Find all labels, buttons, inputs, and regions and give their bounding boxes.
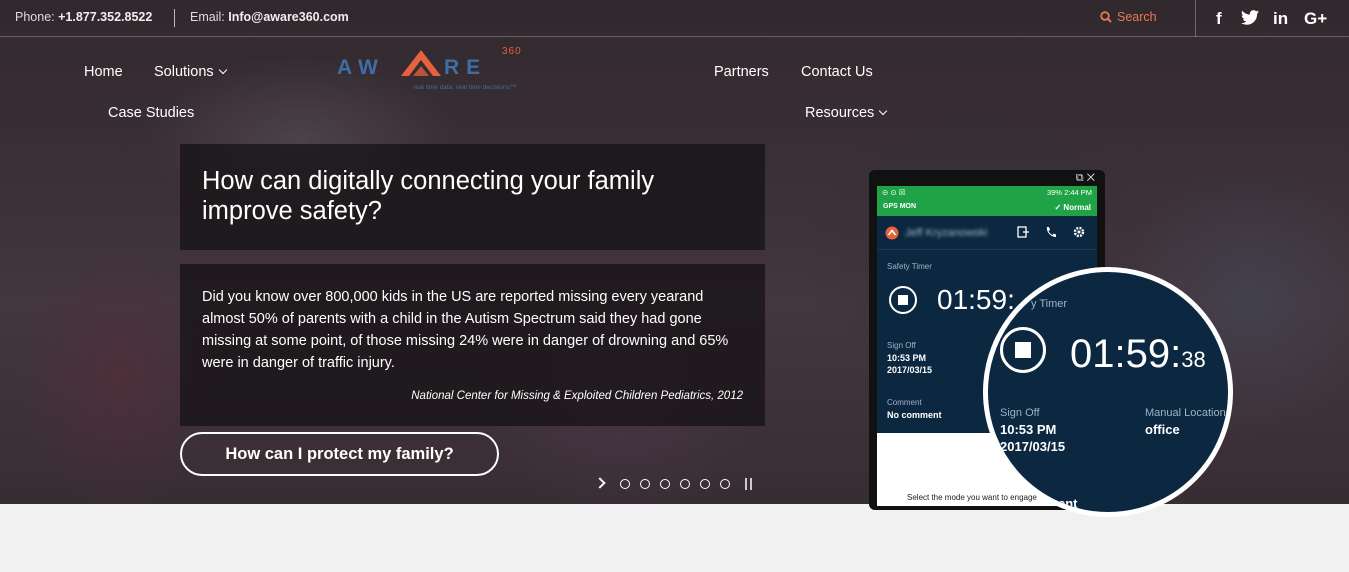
status-battery-time: 39% 2:44 PM xyxy=(1046,188,1092,197)
stop-icon xyxy=(1000,327,1046,373)
slide-dot[interactable] xyxy=(680,479,690,489)
svg-text:RE: RE xyxy=(444,56,487,79)
mode-right: ✓ Normal xyxy=(1054,203,1092,212)
email-label: Email: xyxy=(190,10,225,24)
window-icons: ⧉ ✕ xyxy=(1075,172,1095,184)
zoom-bottom-label: ent xyxy=(1058,496,1078,511)
app-logo-icon xyxy=(885,226,899,240)
hero-body-text: Did you know over 800,000 kids in the US… xyxy=(202,289,729,371)
facebook-icon[interactable]: f xyxy=(1216,9,1222,29)
slide-dot[interactable] xyxy=(660,479,670,489)
comment-label: Comment xyxy=(887,398,922,407)
zoom-timer-label: y Timer xyxy=(1031,298,1068,310)
app-user-name: Jeff Kryzanowski xyxy=(905,227,988,239)
zoom-timer: 01:59:38 xyxy=(1070,332,1206,377)
pause-icon[interactable] xyxy=(745,478,752,490)
slide-dot[interactable] xyxy=(640,479,650,489)
aware360-logo[interactable]: AW RE 360 real time data. real time deci… xyxy=(337,46,547,101)
select-mode-text: Select the mode you want to engage xyxy=(907,493,1037,502)
hero-citation: National Center for Missing & Exploited … xyxy=(411,390,743,402)
chevron-down-icon xyxy=(879,106,888,116)
nav-resources[interactable]: Resources xyxy=(805,105,888,121)
logo-tagline: real time data. real time decisions™ xyxy=(413,84,517,91)
hero-headline: How can digitally connecting your family… xyxy=(202,167,655,225)
phone-mode-bar: GPS MON ✓ Normal xyxy=(877,200,1097,216)
phone-info: Phone: +1.877.352.8522 xyxy=(15,10,152,24)
zoom-sign-off-label: Sign Off xyxy=(1000,407,1040,419)
comment-value: No comment xyxy=(887,410,942,420)
sign-off-time: 10:53 PM xyxy=(887,353,927,363)
sign-out-icon xyxy=(1017,226,1029,238)
slide-dot[interactable] xyxy=(720,479,730,489)
phone-number-link[interactable]: +1.877.352.8522 xyxy=(58,10,152,24)
hero-body-box: Did you know over 800,000 kids in the US… xyxy=(180,264,765,426)
phone-label: Phone: xyxy=(15,10,55,24)
timer-zoom-callout: y Timer 01:59:38 Sign Off 10:53 PM 2017/… xyxy=(983,267,1233,517)
stop-icon xyxy=(889,286,917,314)
nav-solutions-label: Solutions xyxy=(154,64,214,80)
search-label: Search xyxy=(1117,10,1157,24)
google-plus-icon[interactable]: G+ xyxy=(1304,9,1327,29)
zoom-timer-seconds: 38 xyxy=(1181,347,1206,372)
nav-case-studies-label: Case Studies xyxy=(108,105,195,121)
nav-case-studies[interactable]: Case Studies xyxy=(108,105,194,121)
nav-contact-label: Contact Us xyxy=(801,64,873,80)
nav-resources-label: Resources xyxy=(805,105,875,121)
sign-off-date: 2017/03/15 xyxy=(887,365,933,375)
settings-icon xyxy=(1073,226,1085,238)
sign-off-label: Sign Off xyxy=(887,341,916,350)
zoom-timer-main: 01:59: xyxy=(1070,332,1182,376)
nav-solutions[interactable]: Solutions xyxy=(154,64,227,80)
zoom-location-label: Manual Location xyxy=(1145,407,1226,419)
mode-left: GPS MON xyxy=(883,203,917,210)
nav-home-label: Home xyxy=(84,64,123,80)
app-header: Jeff Kryzanowski xyxy=(877,216,1097,250)
divider xyxy=(174,9,175,27)
hero-headline-box: How can digitally connecting your family… xyxy=(180,144,765,250)
chevron-down-icon xyxy=(218,65,227,75)
safety-timer-label: Safety Timer xyxy=(887,262,932,271)
divider xyxy=(1195,0,1196,37)
nav-partners[interactable]: Partners xyxy=(714,64,769,80)
email-link[interactable]: Info@aware360.com xyxy=(228,10,349,24)
logo-360: 360 xyxy=(502,46,522,57)
status-icons: ⊝ ⊙ ☒ xyxy=(882,188,906,197)
protect-family-button[interactable]: How can I protect my family? xyxy=(180,432,499,476)
top-bar: Phone: +1.877.352.8522 Email: Info@aware… xyxy=(0,0,1349,37)
zoom-sign-off-date: 2017/03/15 xyxy=(1000,439,1066,454)
phone-call-icon xyxy=(1046,227,1056,237)
slide-dot[interactable] xyxy=(700,479,710,489)
svg-text:AW: AW xyxy=(337,56,385,79)
phone-status-bar: ⊝ ⊙ ☒ 39% 2:44 PM xyxy=(877,186,1097,200)
search-icon xyxy=(1100,11,1112,23)
linkedin-icon[interactable]: in xyxy=(1273,9,1288,29)
nav-home[interactable]: Home xyxy=(84,64,123,80)
search-button[interactable]: Search xyxy=(1100,10,1157,24)
twitter-icon[interactable] xyxy=(1241,10,1259,30)
zoom-sign-off-time: 10:53 PM xyxy=(1000,422,1057,437)
zoom-location-value: office xyxy=(1145,422,1180,437)
phone-timer: 01:59: xyxy=(937,284,1015,315)
slide-dot[interactable] xyxy=(620,479,630,489)
email-info: Email: Info@aware360.com xyxy=(190,10,349,24)
nav-contact[interactable]: Contact Us xyxy=(801,64,873,80)
nav-partners-label: Partners xyxy=(714,64,769,80)
